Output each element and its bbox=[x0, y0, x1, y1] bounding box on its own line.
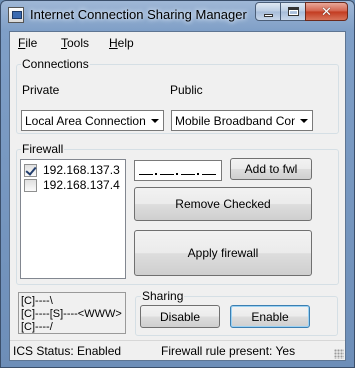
list-item[interactable]: 192.168.137.3 bbox=[24, 163, 120, 177]
topology-diagram: [C]----\ [C]----[S]----<WWW> [C]----/ bbox=[18, 292, 126, 334]
public-label: Public bbox=[170, 83, 203, 97]
minimize-icon bbox=[264, 14, 273, 17]
menu-bar: File Tools Help bbox=[10, 32, 345, 54]
menu-help-label: Help bbox=[109, 36, 134, 50]
public-combo[interactable]: Mobile Broadband Conne bbox=[171, 110, 313, 131]
app-icon bbox=[8, 7, 24, 23]
private-label: Private bbox=[22, 83, 60, 97]
sharing-group-label: Sharing bbox=[141, 289, 185, 303]
menu-tools-label: Tools bbox=[61, 36, 90, 50]
disable-button[interactable]: Disable bbox=[140, 305, 220, 328]
firewall-group-label: Firewall bbox=[21, 142, 65, 156]
enable-button[interactable]: Enable bbox=[230, 305, 310, 328]
list-item[interactable]: 192.168.137.4 bbox=[24, 178, 120, 192]
ip-address-input[interactable] bbox=[134, 160, 222, 181]
ics-status: ICS Status: Enabled bbox=[13, 344, 122, 358]
caption-buttons: ✕ bbox=[255, 2, 348, 21]
window-title: Internet Connection Sharing Manager bbox=[30, 7, 247, 22]
close-icon: ✕ bbox=[321, 4, 332, 19]
apply-firewall-button[interactable]: Apply firewall bbox=[134, 230, 312, 276]
add-to-firewall-button[interactable]: Add to fwl bbox=[230, 158, 312, 180]
diagram-line-3: [C]----/ bbox=[21, 321, 53, 333]
menu-file[interactable]: File bbox=[18, 36, 37, 50]
resize-grip[interactable] bbox=[334, 349, 344, 359]
checkbox-checked[interactable] bbox=[24, 163, 37, 177]
app-window: Internet Connection Sharing Manager ✕ Fi… bbox=[0, 0, 355, 368]
diagram-line-1: [C]----\ bbox=[21, 295, 53, 307]
maximize-icon bbox=[288, 7, 299, 16]
firewall-list[interactable]: 192.168.137.3 192.168.137.4 bbox=[20, 159, 126, 279]
minimize-button[interactable] bbox=[255, 2, 281, 21]
remove-checked-button[interactable]: Remove Checked bbox=[134, 187, 312, 221]
list-item-label: 192.168.137.4 bbox=[43, 178, 120, 192]
firewall-rule-status: Firewall rule present: Yes bbox=[161, 344, 296, 358]
menu-tools[interactable]: Tools bbox=[61, 36, 89, 50]
title-bar[interactable]: Internet Connection Sharing Manager ✕ bbox=[1, 1, 354, 30]
status-bar: ICS Status: Enabled Firewall rule presen… bbox=[10, 340, 345, 360]
private-combo-value: Local Area Connection bbox=[25, 114, 146, 128]
connections-group-label: Connections bbox=[21, 57, 90, 71]
maximize-button[interactable] bbox=[280, 2, 306, 21]
private-combo[interactable]: Local Area Connection bbox=[21, 110, 164, 131]
client-area: File Tools Help Connections Private Publ… bbox=[9, 31, 346, 361]
chevron-down-icon[interactable] bbox=[146, 111, 163, 130]
menu-help[interactable]: Help bbox=[109, 36, 134, 50]
chevron-down-icon[interactable] bbox=[295, 111, 312, 130]
list-item-label: 192.168.137.3 bbox=[43, 163, 120, 177]
checkbox-unchecked[interactable] bbox=[24, 178, 37, 192]
menu-file-label: File bbox=[18, 36, 38, 50]
close-button[interactable]: ✕ bbox=[305, 2, 348, 21]
public-combo-value: Mobile Broadband Conne bbox=[175, 114, 312, 128]
diagram-line-2: [C]----[S]----<WWW> bbox=[21, 308, 122, 320]
